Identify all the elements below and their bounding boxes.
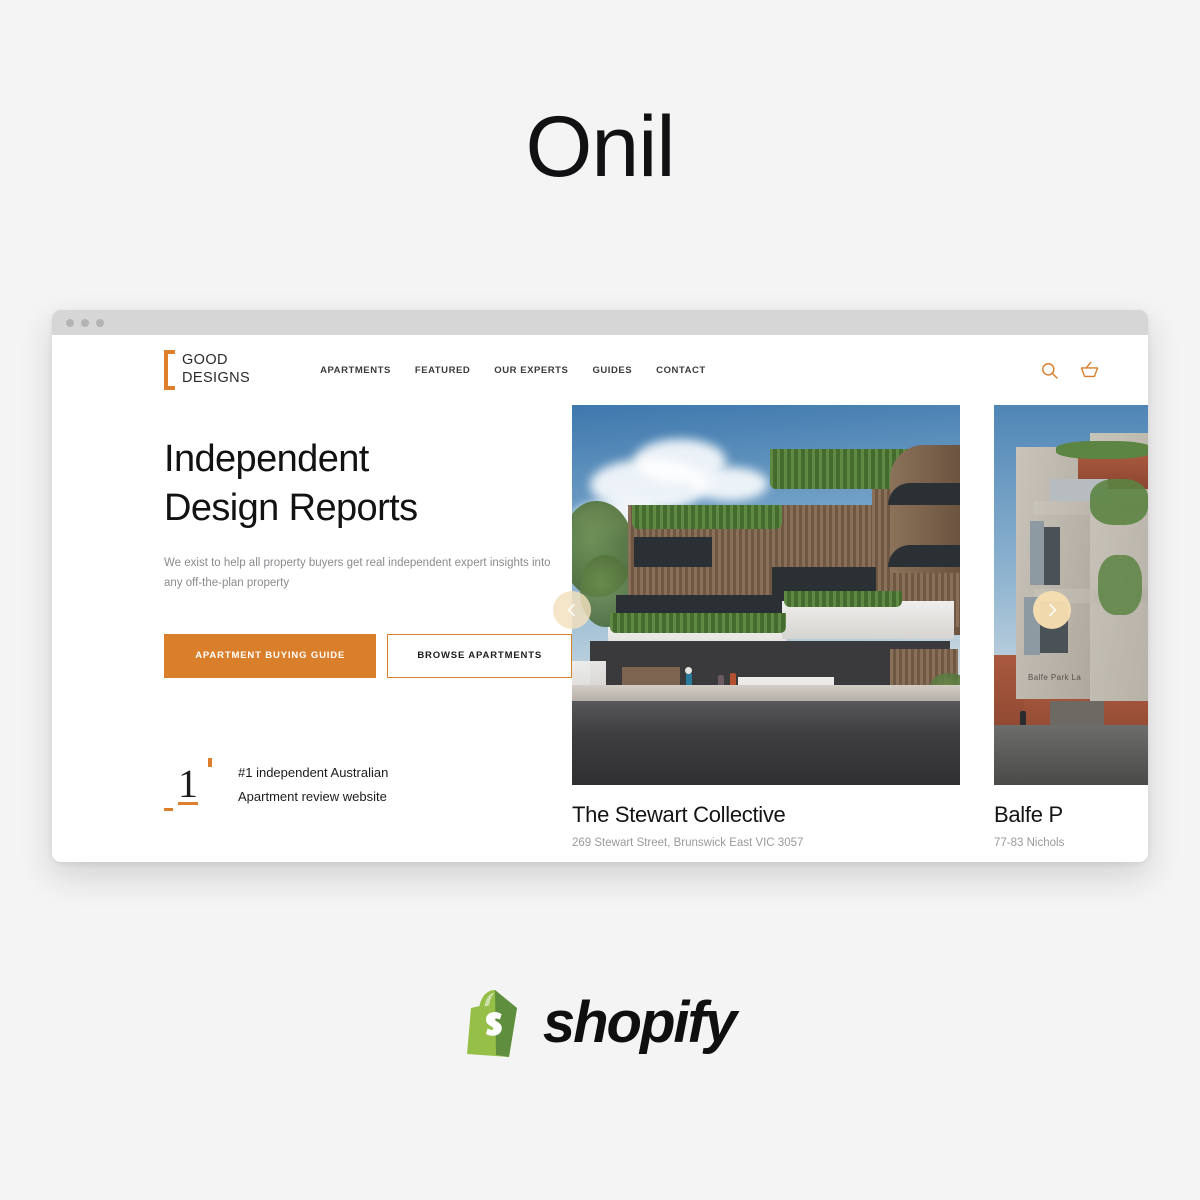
logo-text: GOOD DESIGNS [182,350,250,390]
carousel-prev-button[interactable] [553,591,591,629]
browser-window: GOOD DESIGNS APARTMENTS FEATURED OUR EXP… [52,310,1148,862]
shopping-basket-icon[interactable] [1079,360,1100,380]
nav-item-contact[interactable]: CONTACT [656,365,706,376]
list-item[interactable]: Balfe Park La Balfe P 77-83 Nichols [994,405,1148,849]
chevron-left-icon [567,603,575,617]
browse-apartments-button[interactable]: BROWSE APARTMENTS [387,633,572,678]
property-carousel: The Stewart Collective 269 Stewart Stree… [553,405,1148,862]
badge-line-2: Apartment review website [238,788,387,804]
shopify-bag-icon [466,990,517,1057]
building-render-1 [572,405,960,785]
badge-numeral: 1 [178,760,198,806]
window-minimize-dot[interactable] [81,318,89,327]
window-close-dot[interactable] [66,318,74,327]
property-title: Balfe P [994,802,1063,827]
carousel-track: The Stewart Collective 269 Stewart Stree… [572,405,1148,849]
nav-item-featured[interactable]: FEATURED [415,365,470,376]
carousel-next-button[interactable] [1033,591,1071,629]
badge-accent-top [208,757,212,767]
logo-line-2: DESIGNS [182,370,251,386]
property-title: The Stewart Collective [572,802,786,827]
property-address: 269 Stewart Street, Brunswick East VIC 3… [572,837,804,849]
header-actions [1040,360,1100,380]
heading-line-2: Design Reports [164,486,418,529]
property-image-balfe: Balfe Park La [994,405,1148,785]
site-header: GOOD DESIGNS APARTMENTS FEATURED OUR EXP… [52,335,1148,405]
numeral-one-mark: 1 [164,756,218,814]
heading-line-1: Independent [164,438,369,480]
property-address: 77-83 Nichols [994,837,1065,849]
apartment-buying-guide-button[interactable]: APARTMENT BUYING GUIDE [164,633,377,678]
chevron-right-icon [1049,603,1057,617]
shopify-logo: shopify [0,988,1200,1058]
hero-copy: Independent Design Reports We exist to h… [52,405,572,862]
bracket-icon [164,350,175,390]
badge-accent-bottom [164,807,173,811]
page-heading: Independent Design Reports [164,435,572,532]
nav-item-apartments[interactable]: APARTMENTS [320,365,391,376]
site-nav: APARTMENTS FEATURED OUR EXPERTS GUIDES C… [320,365,706,376]
building-signage: Balfe Park La [1028,673,1082,682]
site-logo[interactable]: GOOD DESIGNS [164,350,250,390]
browser-viewport: GOOD DESIGNS APARTMENTS FEATURED OUR EXP… [52,335,1148,862]
badge-text: #1 independent Australian Apartment revi… [238,761,388,808]
list-item[interactable]: The Stewart Collective 269 Stewart Stree… [572,405,960,849]
page-title: Onil [525,99,676,195]
search-icon[interactable] [1040,361,1059,380]
browser-title-bar [52,310,1148,335]
ranking-badge: 1 #1 independent Australian Apartment re… [164,756,572,814]
building-render-2: Balfe Park La [994,405,1148,785]
shopify-wordmark: shopify [542,990,737,1055]
hero-subtitle: We exist to help all property buyers get… [164,557,551,590]
window-maximize-dot[interactable] [96,318,104,327]
nav-item-guides[interactable]: GUIDES [592,365,632,376]
logo-line-1: GOOD [182,352,228,369]
hero-button-group: APARTMENT BUYING GUIDE BROWSE APARTMENTS [164,633,572,678]
badge-accent-underline [178,801,198,805]
hero-section: Independent Design Reports We exist to h… [52,405,1148,862]
badge-line-1: #1 independent Australian [238,765,389,781]
property-image-stewart [572,405,960,785]
nav-item-our-experts[interactable]: OUR EXPERTS [494,365,568,376]
